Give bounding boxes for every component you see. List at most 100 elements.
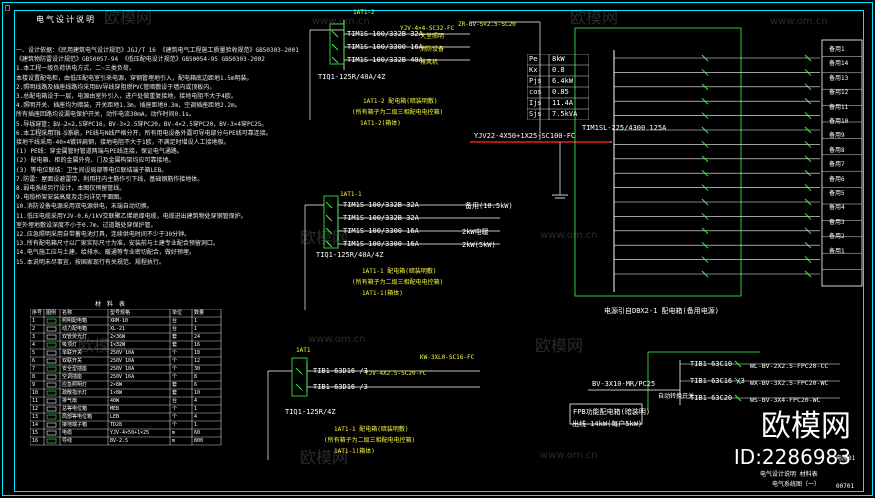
materials-cell: 个	[172, 366, 178, 372]
materials-cell: 6	[32, 358, 36, 364]
load-name-cell: 备用12	[829, 89, 849, 97]
small-panel-breaker-3: TIB1-63C20	[690, 394, 733, 402]
load-name-cell: 备用5	[829, 190, 845, 197]
materials-cell: 250V 10A	[110, 358, 135, 364]
panel-1at1-2-cable-top2: ZR-BV-5×2.5-SC20	[458, 21, 516, 28]
note-line: (2) 配电箱、柜的金属外壳、门及金属构架均应可靠接地。	[16, 157, 175, 165]
materials-cell: 疏散指示灯	[62, 390, 88, 396]
materials-cell: 个	[172, 414, 178, 420]
materials-cell: 个	[172, 422, 178, 428]
panel-enclosure	[291, 357, 308, 397]
dbx-main-switch: TIM1SL-225/4300 125A	[582, 124, 667, 132]
note-line: 12.应急照明采用自带蓄电池灯具，连续供电时间不少于30分钟。	[16, 231, 191, 239]
panel-1at1-cable-2: YJV-4X2.5-SC20-FC	[365, 370, 427, 377]
materials-cell: 1	[194, 318, 198, 324]
notes-title: 电气设计说明	[36, 15, 96, 24]
materials-cell: 16	[194, 342, 201, 348]
panel-1at1-breaker-1: TIB1-63D16 /3	[313, 367, 368, 375]
load-table-cell: cos	[529, 88, 542, 96]
watermark-brand-1: 欧模网	[104, 8, 153, 27]
materials-cell: 8	[194, 374, 198, 380]
materials-cell: 5	[32, 350, 36, 356]
materials-cell: 14	[32, 422, 39, 428]
panel-1at1-1-title: 1AT1-1	[340, 191, 362, 198]
small-panel-meter: FPB功能配电箱(暗装明)	[573, 408, 651, 416]
dbx-enclosure	[574, 27, 742, 297]
breaker-symbol	[331, 56, 339, 64]
note-line: 7.防雷：屋面设避雷带，利用柱内主筋作引下线，基础钢筋作接地体。	[16, 175, 204, 183]
panel-1at1-2-load-2: 消防设备	[420, 46, 445, 53]
materials-cell: 16	[32, 438, 39, 444]
materials-cell: 安全型插座	[62, 366, 88, 372]
materials-cell: LEB	[110, 414, 120, 420]
materials-header: 图例	[46, 310, 57, 316]
materials-cell: YJV-4×50+1×25	[110, 430, 150, 436]
load-table-cell: Sjs	[529, 110, 542, 118]
note-line: 2.照明线路及插座线路均采用BV导线穿阻燃PVC管暗敷设于墙内或顶板内。	[16, 83, 216, 91]
materials-cell: XRM-10	[110, 318, 129, 324]
load-table-cell: 0.85	[552, 88, 569, 96]
panel-1at1-1-breaker-4: TIM1S-100/3300 16A	[343, 240, 419, 248]
panel-1at1-1-breaker-3: TIM1S-100/3300 16A	[343, 227, 419, 235]
watermark-url-5: www.om.cn	[308, 334, 366, 345]
panel-1at1-2-incoming: TIQ1-125R/40A/4Z	[318, 73, 386, 81]
materials-header: 序号	[32, 310, 43, 316]
load-table-cell: 11.4A	[552, 99, 574, 107]
note-line: 《建筑物防雷设计规范》GB50057-94 《低压配电设计规范》GB50054-…	[16, 56, 265, 64]
small-panel-breaker-2: TIB1-63C16 /3	[690, 377, 745, 385]
note-line: 10.消防设备电源采用双电源供电，末端自动切换。	[16, 203, 153, 211]
load-name-cell: 备用9	[829, 132, 845, 140]
note-line: 8.弱电系统另行设计，本图仅预留管线。	[16, 185, 126, 193]
materials-cell: 11	[32, 398, 39, 404]
materials-cell: 套	[172, 334, 178, 340]
note-line: 15.本说明未尽事宜，按国家现行有关规范、规程执行。	[16, 258, 165, 266]
materials-cell: 空调插座	[62, 374, 83, 380]
watermark-brand-6: 欧模网	[535, 336, 584, 355]
breaker-symbol	[331, 43, 339, 51]
materials-cell: 导线	[62, 438, 73, 444]
materials-cell: 总等电位箱	[62, 406, 88, 412]
load-table-cell: Pjs	[529, 77, 542, 85]
materials-cell: 2×8W	[110, 382, 123, 388]
materials-cell: 9	[32, 382, 36, 388]
note-line: 11.低压电缆采用YJV-0.6/1kV交联聚乙烯绝缘电缆，电缆进出建筑物处穿钢…	[16, 212, 247, 220]
small-panel-cable-3: WS-BV-3X4-FPC20-WC	[750, 396, 821, 404]
load-name-cell: 备用2	[829, 233, 845, 241]
load-name-cell: 备用6	[829, 175, 845, 183]
materials-cell: 照明配电箱	[62, 318, 88, 324]
small-panel-cable-1: WL-BV-2X2.5-FPC20-CC	[750, 362, 829, 370]
watermark-url-2: www.om.cn	[770, 16, 828, 27]
panel-1at1-2-load-1: 大堂照明	[420, 33, 445, 40]
panel-1at1-2-footer-2: (所有箱子为二级三相配电电控箱)	[352, 109, 444, 116]
materials-cell: 10	[194, 390, 201, 396]
materials-cell: 8	[32, 374, 36, 380]
materials-cell: 18	[194, 350, 201, 356]
watermark-url-4: www.om.cn	[540, 230, 598, 241]
materials-cell: 1	[194, 406, 198, 412]
note-line: 1.本工程一级负荷供电方式，二~三类负荷。	[16, 65, 135, 73]
materials-cell: 双联开关	[62, 358, 83, 364]
note-line: 3.总配电箱设于一层，电源由室外引入，进户处做重复接地，接地电阻不大于4欧。	[16, 93, 237, 101]
note-line: 室外埋地敷设深度不小于0.7m，过道路处穿保护管。	[16, 221, 157, 229]
materials-cell: 4	[32, 342, 36, 348]
panel-1at1-2-footer-3: 1AT1-2(箱体)	[360, 120, 401, 127]
panel-1at1-1-power-3: 2kW电暖	[462, 228, 489, 236]
materials-cell: 4	[194, 398, 198, 404]
materials-cell: 13	[32, 414, 39, 420]
panel-1at1-1-power-1: 备用(10.5kW)	[465, 202, 513, 210]
breaker-symbol	[325, 201, 333, 209]
materials-cell: 电缆	[62, 430, 73, 436]
materials-cell: 台	[172, 318, 178, 324]
materials-cell: 套	[172, 390, 178, 396]
watermark-url-7: www.om.cn	[540, 450, 598, 461]
panel-1at1-2-load-3: 排风机	[420, 59, 439, 66]
materials-cell: 套	[172, 342, 178, 348]
materials-header: 名称	[62, 310, 73, 316]
title-block-project: 电气设计说明 材料表	[760, 471, 818, 478]
materials-cell: 30	[194, 366, 201, 372]
load-name-cell: 备用13	[829, 74, 849, 82]
small-panel-incoming: BV-3X10-MR/PC25	[592, 380, 656, 388]
small-panel-label: 自动转换开关	[658, 393, 695, 400]
breaker-symbol	[325, 214, 333, 222]
materials-cell: 12	[194, 358, 201, 364]
